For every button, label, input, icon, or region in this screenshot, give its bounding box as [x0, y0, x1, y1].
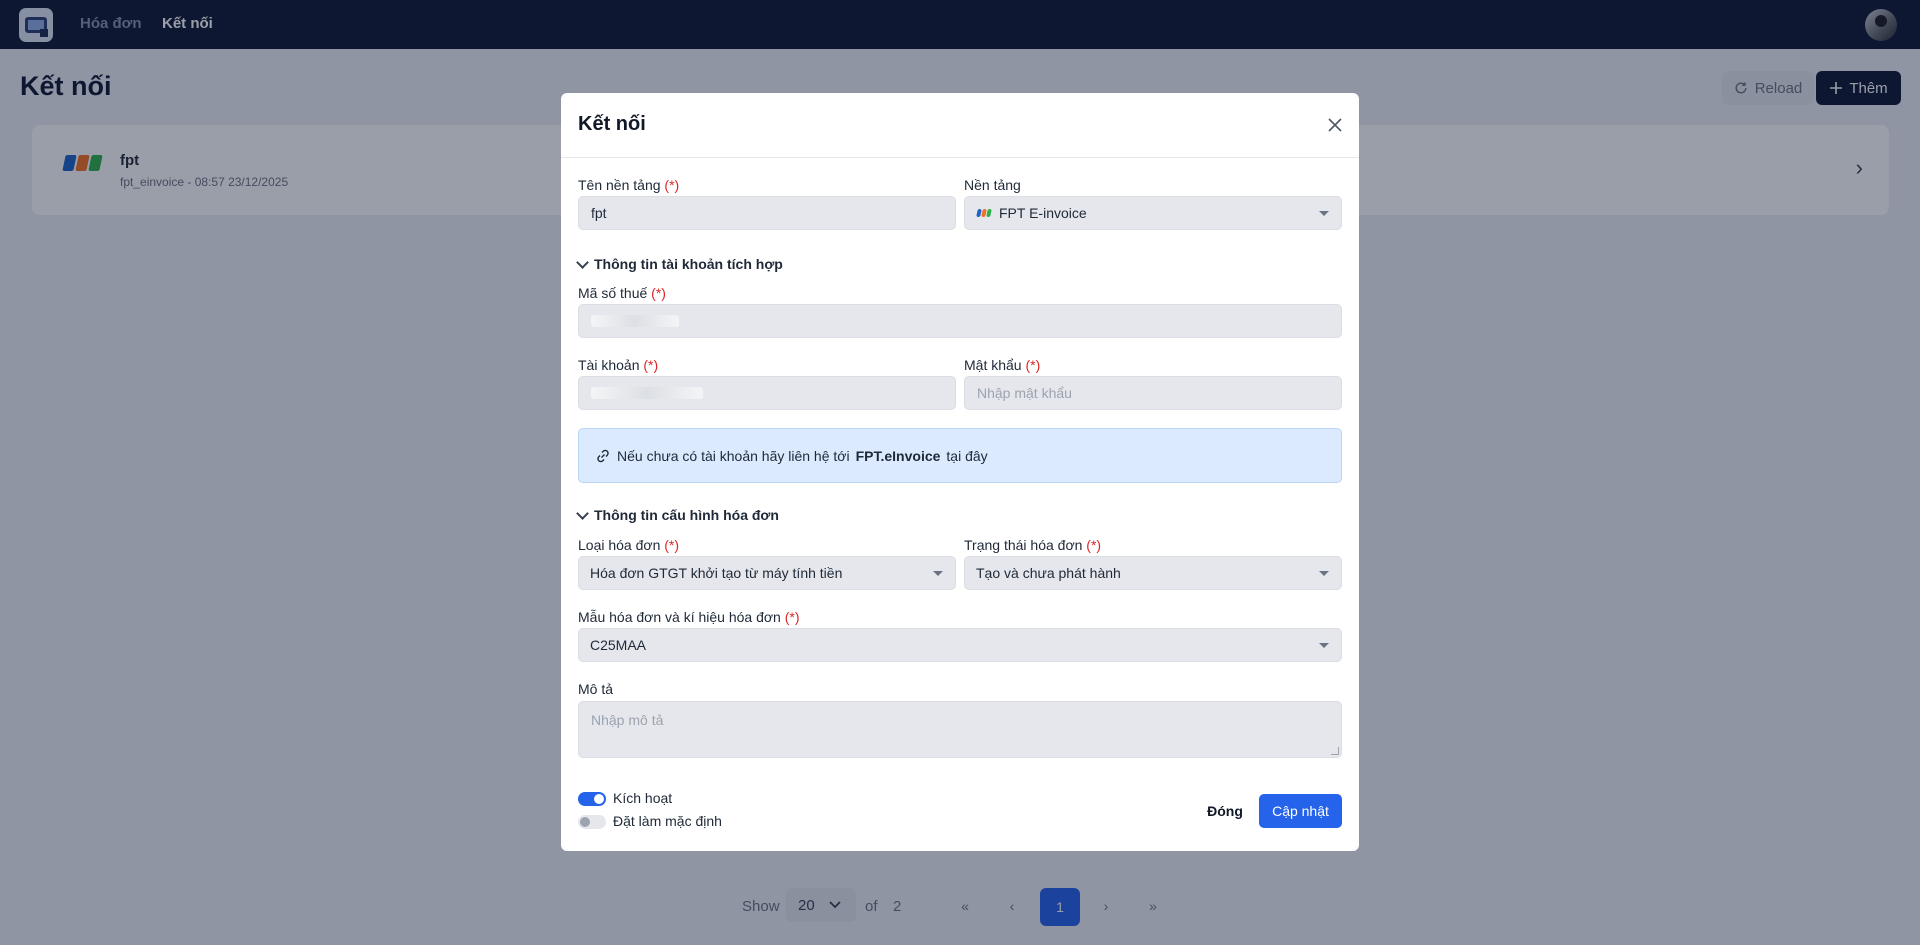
account-section-toggle[interactable]: Thông tin tài khoản tích hợp [576, 255, 783, 272]
template-select[interactable]: C25MAA [578, 628, 1342, 662]
caret-down-icon [1319, 211, 1329, 216]
chevron-down-icon [576, 506, 589, 520]
info-text: Nếu chưa có tài khoản hãy liên hệ tới [617, 447, 850, 464]
invoice-section-toggle[interactable]: Thông tin cấu hình hóa đơn [576, 506, 779, 523]
tax-code-input[interactable] [578, 304, 1342, 338]
caret-down-icon [1319, 643, 1329, 648]
invoice-type-select[interactable]: Hóa đơn GTGT khởi tạo từ máy tính tiền [578, 556, 956, 590]
platform-select[interactable]: FPT E-invoice [964, 196, 1342, 230]
caret-down-icon [1319, 571, 1329, 576]
active-toggle[interactable] [578, 792, 606, 806]
password-input[interactable]: Nhập mật khẩu [964, 376, 1342, 410]
connection-modal: Kết nối Tên nền tảng (*) fpt Nền tảng FP… [561, 93, 1359, 851]
caret-down-icon [933, 571, 943, 576]
update-button[interactable]: Cập nhật [1259, 794, 1342, 828]
fpt-logo-small [976, 209, 992, 217]
default-label: Đặt làm mặc định [613, 813, 722, 829]
chevron-down-icon [576, 255, 589, 269]
template-label: Mẫu hóa đơn và kí hiệu hóa đơn (*) [578, 609, 800, 625]
active-label: Kích hoạt [613, 790, 673, 806]
description-textarea[interactable]: Nhập mô tả [578, 701, 1342, 758]
info-here-link[interactable]: tại đây [946, 448, 987, 464]
account-input[interactable] [578, 376, 956, 410]
tax-code-label: Mã số thuế (*) [578, 285, 666, 301]
masked-value [591, 315, 679, 327]
toggle-knob [594, 794, 604, 804]
default-toggle[interactable] [578, 815, 606, 829]
invoice-status-select[interactable]: Tạo và chưa phát hành [964, 556, 1342, 590]
toggle-knob [580, 817, 590, 827]
info-brand-link[interactable]: FPT.eInvoice [856, 448, 941, 464]
account-label: Tài khoản (*) [578, 357, 659, 373]
close-icon[interactable] [1321, 111, 1349, 139]
platform-name-label: Tên nền tảng (*) [578, 177, 680, 193]
info-box: Nếu chưa có tài khoản hãy liên hệ tới FP… [578, 428, 1342, 483]
link-icon [597, 449, 609, 462]
close-button[interactable]: Đóng [1196, 794, 1254, 828]
platform-name-input[interactable]: fpt [578, 196, 956, 230]
invoice-type-label: Loại hóa đơn (*) [578, 537, 680, 553]
modal-header: Kết nối [561, 93, 1359, 158]
platform-label: Nền tảng [964, 177, 1021, 193]
masked-value [591, 387, 703, 399]
invoice-status-label: Trạng thái hóa đơn (*) [964, 537, 1102, 553]
modal-title: Kết nối [578, 113, 646, 135]
password-label: Mật khẩu (*) [964, 357, 1041, 373]
resize-handle-icon[interactable] [1331, 747, 1339, 755]
description-label: Mô tả [578, 681, 614, 697]
